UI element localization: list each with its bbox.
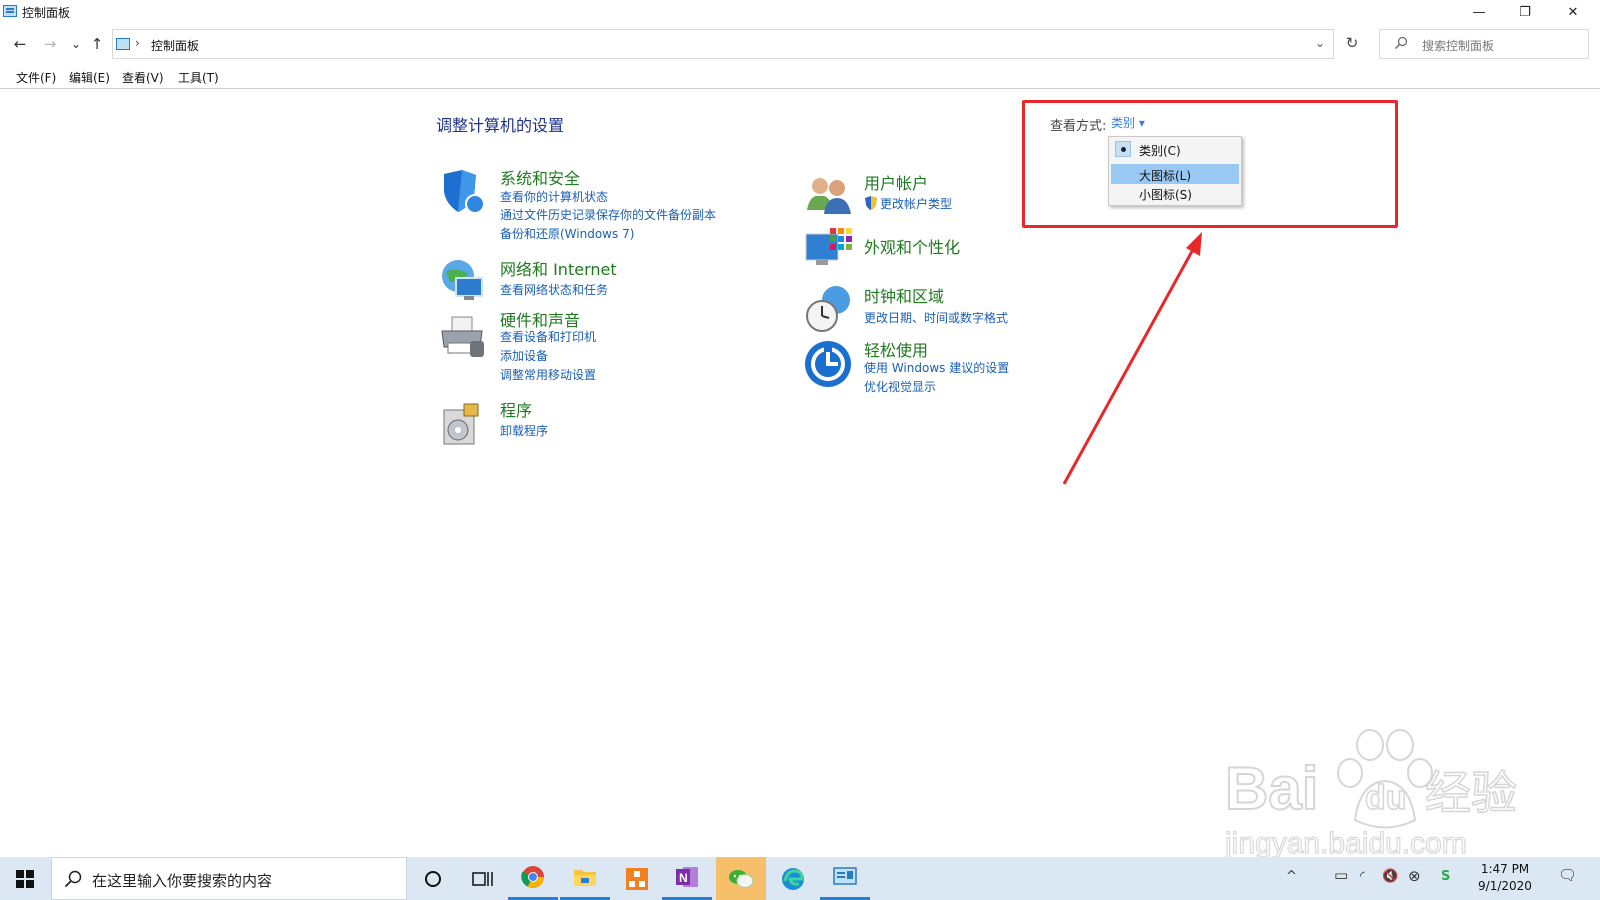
task-view-button[interactable] xyxy=(458,857,508,900)
category-link[interactable]: 卸载程序 xyxy=(500,422,548,439)
shield-icon xyxy=(444,170,485,214)
svg-text:N: N xyxy=(679,871,688,885)
page-title: 调整计算机的设置 xyxy=(436,116,565,135)
category-link[interactable]: 优化视觉显示 xyxy=(864,378,936,395)
category-title[interactable]: 时钟和区域 xyxy=(864,283,944,307)
recent-locations-button[interactable]: ⌄ xyxy=(66,34,86,54)
taskbar-search-placeholder: 在这里输入你要搜索的内容 xyxy=(92,872,273,890)
wechat-icon xyxy=(729,869,754,888)
up-button[interactable]: ↑ xyxy=(87,34,107,54)
control-panel-icon xyxy=(833,867,857,885)
category-link[interactable]: 更改日期、时间或数字格式 xyxy=(864,309,1008,326)
ime-icon[interactable]: S xyxy=(1441,869,1450,884)
menu-edit[interactable]: 编辑(E) xyxy=(69,69,110,86)
annotation-highlight-box xyxy=(1022,100,1398,228)
annotation-arrow xyxy=(1062,232,1202,485)
category-link[interactable]: 查看你的计算机状态 xyxy=(500,188,608,205)
category-title[interactable]: 网络和 Internet xyxy=(500,256,617,280)
menu-file[interactable]: 文件(F) xyxy=(16,69,56,86)
control-panel-taskbar-button[interactable] xyxy=(820,857,870,900)
svg-text:经验: 经验 xyxy=(1425,766,1517,820)
category-title[interactable]: 轻松使用 xyxy=(864,337,928,361)
battery-icon[interactable]: ▭ xyxy=(1334,866,1348,884)
title-bar: 控制面板 — ❐ ✕ xyxy=(0,0,1600,24)
appearance-icon xyxy=(805,228,852,265)
onenote-taskbar-button[interactable]: N xyxy=(662,857,712,900)
menu-tools[interactable]: 工具(T) xyxy=(178,69,219,86)
control-panel-window: 控制面板 — ❐ ✕ ← → ⌄ ↑ › 控制面板 ⌄ ↻ 搜索控制面板 文件(… xyxy=(0,0,1600,861)
taskbar-search-input[interactable]: 在这里输入你要搜索的内容 xyxy=(51,857,407,900)
cortana-button[interactable] xyxy=(408,857,458,900)
menu-view[interactable]: 查看(V) xyxy=(122,69,164,86)
control-panel-icon xyxy=(3,5,17,17)
task-view-icon xyxy=(472,871,493,886)
search-icon xyxy=(1395,36,1408,49)
onenote-icon: N xyxy=(676,867,698,887)
svg-text:Bai: Bai xyxy=(1225,755,1318,822)
category-link[interactable]: 查看设备和打印机 xyxy=(500,328,596,345)
clock-date: 9/1/2020 xyxy=(1478,879,1532,893)
clock-globe-icon xyxy=(806,286,850,332)
search-input[interactable]: 搜索控制面板 xyxy=(1379,29,1589,59)
chevron-down-icon[interactable]: ⌄ xyxy=(1315,36,1325,50)
category-title[interactable]: 用户帐户 xyxy=(864,170,928,194)
programs-disc-icon xyxy=(443,403,479,445)
printer-icon xyxy=(441,316,484,357)
clock-time: 1:47 PM xyxy=(1480,862,1530,876)
forward-button[interactable]: → xyxy=(40,34,60,54)
category-title[interactable]: 外观和个性化 xyxy=(864,234,960,258)
notification-icon[interactable]: 🗨 xyxy=(1558,866,1577,884)
volume-muted-icon[interactable]: 🔇 xyxy=(1382,869,1398,884)
wechat-taskbar-button[interactable] xyxy=(716,857,766,900)
svg-text:jingyan.baidu.com: jingyan.baidu.com xyxy=(1225,827,1467,860)
taskbar: 在这里输入你要搜索的内容 N ^ ▭ ◜ 🔇 ⊗ S 1:47 PM 9/1/2… xyxy=(0,857,1600,900)
network-icon[interactable]: ◜ xyxy=(1360,869,1365,884)
status-x-icon[interactable]: ⊗ xyxy=(1408,867,1421,885)
cortana-circle-icon xyxy=(425,870,441,887)
users-icon xyxy=(807,178,851,214)
ease-of-access-icon xyxy=(805,341,851,387)
close-button[interactable]: ✕ xyxy=(1550,0,1596,24)
uac-shield-icon xyxy=(865,196,877,210)
category-link[interactable]: 使用 Windows 建议的设置 xyxy=(864,359,1009,376)
file-explorer-icon xyxy=(574,870,596,886)
svg-text:du: du xyxy=(1365,779,1407,817)
category-title[interactable]: 系统和安全 xyxy=(500,165,580,189)
chrome-taskbar-button[interactable] xyxy=(508,857,558,900)
address-row: ← → ⌄ ↑ › 控制面板 ⌄ ↻ 搜索控制面板 xyxy=(0,28,1600,62)
category-link[interactable]: 通过文件历史记录保存你的文件备份副本 xyxy=(500,206,716,223)
office-taskbar-button[interactable] xyxy=(612,857,662,900)
office-icon xyxy=(626,867,648,890)
control-panel-icon xyxy=(116,38,130,50)
edge-taskbar-button[interactable] xyxy=(768,857,818,900)
baidu-watermark: Bai du 经验 jingyan.baidu.com xyxy=(1225,729,1518,861)
maximize-button[interactable]: ❐ xyxy=(1502,0,1548,24)
category-link[interactable]: 更改帐户类型 xyxy=(880,195,952,212)
category-link[interactable]: 备份和还原(Windows 7) xyxy=(500,225,634,242)
breadcrumb[interactable]: 控制面板 xyxy=(151,37,199,54)
category-link[interactable]: 调整常用移动设置 xyxy=(500,366,596,383)
edge-icon xyxy=(782,867,804,890)
minimize-button[interactable]: — xyxy=(1456,0,1502,24)
category-link[interactable]: 查看网络状态和任务 xyxy=(500,281,608,298)
start-button[interactable] xyxy=(0,857,50,900)
show-hidden-icons-button[interactable]: ^ xyxy=(1286,869,1297,884)
category-link[interactable]: 添加设备 xyxy=(500,347,548,364)
back-button[interactable]: ← xyxy=(10,34,30,54)
chrome-icon xyxy=(521,866,544,888)
network-globe-icon xyxy=(442,260,483,300)
search-icon xyxy=(64,870,82,888)
chevron-right-icon[interactable]: › xyxy=(135,36,140,50)
refresh-button[interactable]: ↻ xyxy=(1340,34,1364,56)
menu-bar: 文件(F) 编辑(E) 查看(V) 工具(T) xyxy=(0,66,1600,89)
search-placeholder: 搜索控制面板 xyxy=(1422,39,1495,53)
windows-logo-icon xyxy=(16,869,34,888)
file-explorer-taskbar-button[interactable] xyxy=(560,857,610,900)
taskbar-clock[interactable]: 1:47 PM 9/1/2020 xyxy=(1470,861,1540,895)
window-title: 控制面板 xyxy=(22,6,71,20)
category-title[interactable]: 程序 xyxy=(500,397,532,421)
address-bar[interactable]: › 控制面板 ⌄ xyxy=(112,29,1334,59)
